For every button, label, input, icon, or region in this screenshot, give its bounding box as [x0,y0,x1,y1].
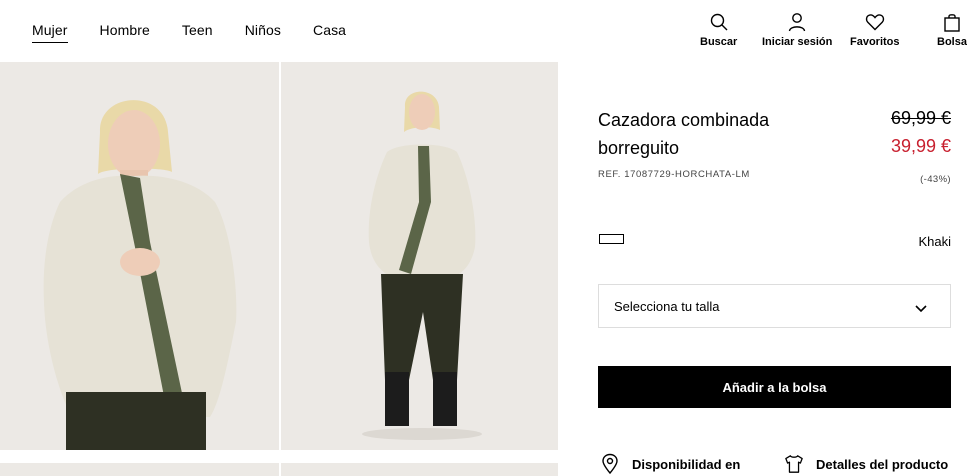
color-name: Khaki [918,234,951,249]
discount-badge: (-43%) [920,174,951,185]
chevron-down-icon [915,305,927,313]
main-nav: Mujer Hombre Teen Niños Casa [32,22,378,43]
product-reference: REF. 17087729-HORCHATA-LM [598,169,750,180]
tshirt-icon [785,455,803,473]
details-label: Detalles del producto [816,456,949,472]
search-label: Buscar [700,36,738,48]
search-icon [710,13,728,31]
location-pin-icon [602,453,618,475]
heart-icon [865,14,884,31]
color-swatch[interactable] [599,234,624,244]
nav-item-hombre[interactable]: Hombre [100,22,150,43]
favorites-button[interactable]: Favoritos [850,12,900,48]
login-button[interactable]: Iniciar sesión [762,12,832,48]
nav-item-teen[interactable]: Teen [182,22,213,43]
size-selector[interactable]: Selecciona tu talla [598,284,951,328]
product-details-link[interactable]: Detalles del producto [784,453,948,475]
product-photo-closeup[interactable] [0,62,279,450]
nav-item-ninos[interactable]: Niños [245,22,281,43]
bag-icon [944,14,960,32]
login-label: Iniciar sesión [762,36,833,48]
product-photo-thumb[interactable] [0,463,279,476]
store-availability-link[interactable]: Disponibilidad en [600,453,740,475]
add-to-bag-button[interactable]: Añadir a la bolsa [598,366,951,408]
user-icon [788,13,806,32]
favorites-label: Favoritos [850,36,900,48]
product-title: Cazadora combinada borreguito [598,110,770,158]
original-price: 69,99 € [890,108,951,128]
nav-item-mujer[interactable]: Mujer [32,22,68,43]
product-photo-fullbody[interactable] [281,62,558,450]
availability-label: Disponibilidad en [632,456,741,472]
sale-price: 39,99 € [890,136,951,156]
product-gallery [0,62,558,476]
search-button[interactable]: Buscar [700,12,737,48]
header: Mujer Hombre Teen Niños Casa Buscar Inic… [0,0,967,62]
nav-item-casa[interactable]: Casa [313,22,346,43]
product-photo-thumb[interactable] [281,463,558,476]
bag-label: Bolsa [937,36,967,48]
bag-button[interactable]: Bolsa [937,12,967,48]
size-placeholder: Selecciona tu talla [614,298,720,314]
